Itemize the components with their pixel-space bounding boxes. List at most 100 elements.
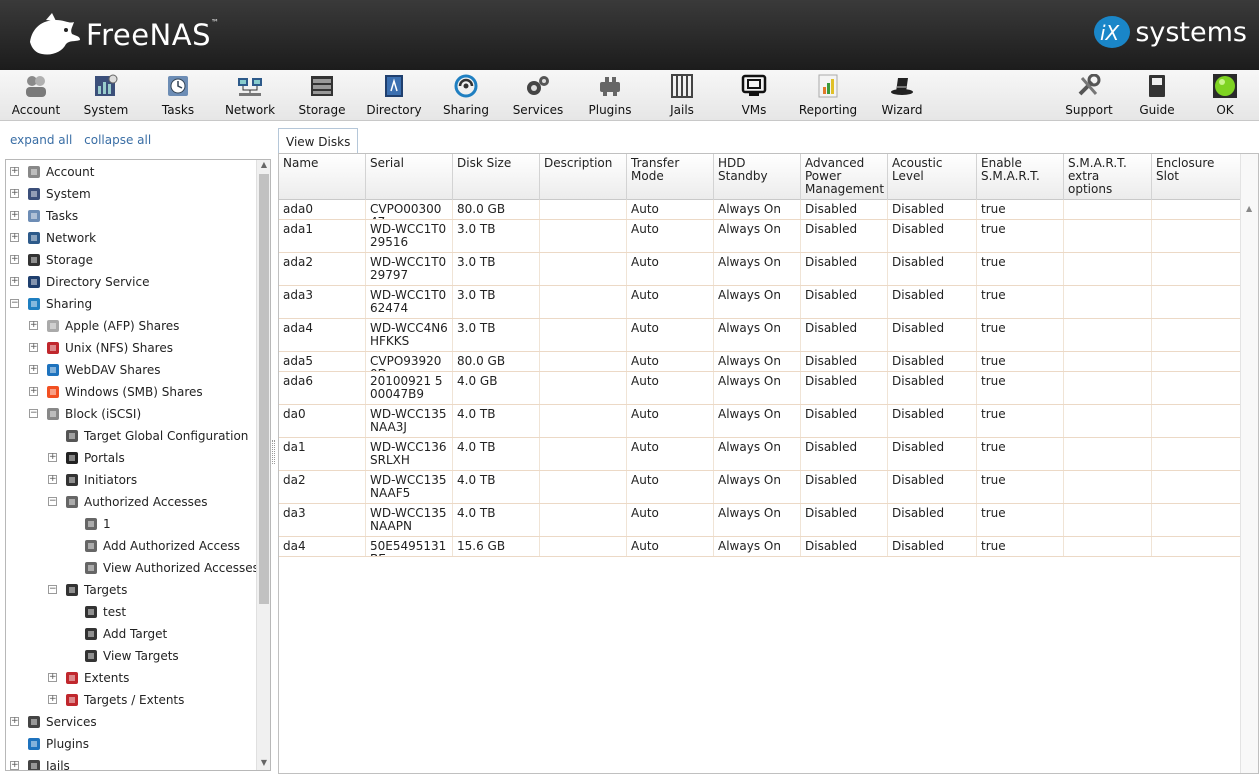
grid-scrollbar[interactable]: ▲ xyxy=(1240,154,1258,773)
table-row[interactable]: ada5CVPO939200D80.0 GBAutoAlways OnDisab… xyxy=(279,352,1241,372)
expand-toggle-icon[interactable]: + xyxy=(10,255,19,264)
iscsi-icon xyxy=(45,406,61,422)
table-row[interactable]: ada0CVPO003004780.0 GBAutoAlways OnDisab… xyxy=(279,200,1241,220)
table-row[interactable]: ada4 WD-WCC4N6HFKKS 3.0 TB Auto Always On Dis… xyxy=(279,319,1241,352)
column-header-advanced-power-management[interactable]: Advanced Power Management xyxy=(801,154,888,200)
expand-toggle-icon[interactable]: + xyxy=(10,277,19,286)
column-header-description[interactable]: Description xyxy=(540,154,627,200)
freenas-shark-logo-icon xyxy=(30,13,80,55)
column-header-hdd-standby[interactable]: HDD Standby xyxy=(714,154,801,200)
expand-toggle-icon[interactable]: + xyxy=(10,167,19,176)
scroll-up-arrow-icon[interactable]: ▲ xyxy=(1246,204,1252,213)
table-row[interactable]: ada3 WD-WCC1T062474 3.0 TB Auto Always On Dis… xyxy=(279,286,1241,319)
tasks-icon xyxy=(168,76,188,96)
expand-toggle-icon[interactable]: + xyxy=(10,189,19,198)
cell-serial: WD-WCC135NAAPN xyxy=(366,504,453,536)
table-row[interactable]: da0 WD-WCC135NAA3J 4.0 TB Auto Always On Disa… xyxy=(279,405,1241,438)
table-row[interactable]: da1 WD-WCC136SRLXH 4.0 TB Auto Always On Disa… xyxy=(279,438,1241,471)
table-row[interactable]: ada1 WD-WCC1T029516 3.0 TB Auto Always On Dis… xyxy=(279,220,1241,253)
column-header-disk-size[interactable]: Disk Size xyxy=(453,154,540,200)
expand-toggle-icon[interactable]: + xyxy=(48,695,57,704)
expand-toggle-icon[interactable]: + xyxy=(10,211,19,220)
cell-disk-size: 3.0 TB xyxy=(453,319,540,351)
collapse-toggle-icon[interactable]: − xyxy=(48,497,57,506)
cell-enclosure-slot xyxy=(1152,405,1241,437)
expand-toggle-icon[interactable]: + xyxy=(10,717,19,726)
cell-s-m-a-r-t-extra-options xyxy=(1064,372,1152,404)
toolbar-system-button[interactable]: System xyxy=(70,74,142,118)
pane-splitter[interactable] xyxy=(272,440,275,464)
target-view-icon xyxy=(83,648,99,664)
collapse-toggle-icon[interactable]: − xyxy=(10,299,19,308)
cell-advanced-power-management: Disabled xyxy=(801,319,888,351)
table-row[interactable]: ada2 WD-WCC1T029797 3.0 TB Auto Always On Dis… xyxy=(279,253,1241,286)
collapse-all-link[interactable]: collapse all xyxy=(84,133,151,147)
toolbar-status-ok-button[interactable]: OK xyxy=(1189,74,1259,118)
scroll-up-arrow-icon[interactable]: ▲ xyxy=(257,160,270,172)
toolbar-reporting-button[interactable]: Reporting xyxy=(792,74,864,118)
toolbar-wizard-button[interactable]: Wizard xyxy=(866,74,938,118)
column-header-enclosure-slot[interactable]: Enclosure Slot xyxy=(1152,154,1241,200)
cell-enable-s-m-a-r-t: true xyxy=(977,405,1064,437)
tree-item-label: Authorized Accesses xyxy=(84,495,208,509)
tree-scrollbar[interactable]: ▲ ▼ xyxy=(256,160,270,770)
toolbar-network-button[interactable]: Network xyxy=(214,74,286,118)
toolbar-storage-button[interactable]: Storage xyxy=(286,74,358,118)
expand-toggle-icon[interactable]: + xyxy=(29,387,38,396)
expand-toggle-icon[interactable]: + xyxy=(29,343,38,352)
nfs-icon xyxy=(45,340,61,356)
column-header-name[interactable]: Name xyxy=(279,154,366,200)
svg-text:iX: iX xyxy=(1100,21,1121,45)
toolbar-plugins-button[interactable]: Plugins xyxy=(574,74,646,118)
tree-item-label: Target Global Configuration xyxy=(84,429,249,443)
expand-toggle-icon[interactable]: + xyxy=(29,321,38,330)
expand-toggle-icon[interactable]: + xyxy=(48,453,57,462)
column-header-acoustic-level[interactable]: Acoustic Level xyxy=(888,154,977,200)
cell-s-m-a-r-t-extra-options xyxy=(1064,319,1152,351)
cell-enable-s-m-a-r-t: true xyxy=(977,372,1064,404)
cell-enable-s-m-a-r-t: true xyxy=(977,504,1064,536)
expand-toggle-icon[interactable]: + xyxy=(10,761,19,770)
directory-icon xyxy=(385,75,403,97)
toolbar-services-button[interactable]: Services xyxy=(502,74,574,118)
cell-s-m-a-r-t-extra-options xyxy=(1064,220,1152,252)
cell-transfer-mode: Auto xyxy=(627,220,714,252)
column-header-transfer-mode[interactable]: Transfer Mode xyxy=(627,154,714,200)
toolbar-tasks-button[interactable]: Tasks xyxy=(142,74,214,118)
toolbar-jails-button[interactable]: Jails xyxy=(646,74,718,118)
toolbar-account-button[interactable]: Account xyxy=(0,74,72,118)
toolbar-directory-button[interactable]: Directory xyxy=(358,74,430,118)
cell-description xyxy=(540,253,627,285)
column-header-s-m-a-r-t-extra-options[interactable]: S.M.A.R.T. extra options xyxy=(1064,154,1152,200)
table-row[interactable]: da3 WD-WCC135NAAPN 4.0 TB Auto Always On Disa… xyxy=(279,504,1241,537)
expand-toggle-icon[interactable]: + xyxy=(29,365,38,374)
cell-advanced-power-management: Disabled xyxy=(801,438,888,470)
table-row[interactable]: da2 WD-WCC135NAAF5 4.0 TB Auto Always On Disa… xyxy=(279,471,1241,504)
table-row[interactable]: da450E5495131BE15.6 GBAutoAlways OnDisab… xyxy=(279,537,1241,557)
toolbar-sharing-button[interactable]: Sharing xyxy=(430,74,502,118)
toolbar-vms-button[interactable]: VMs xyxy=(718,74,790,118)
tab-view-disks[interactable]: View Disks xyxy=(278,128,359,154)
scroll-thumb[interactable] xyxy=(259,174,269,604)
cell-serial: WD-WCC135NAAF5 xyxy=(366,471,453,503)
expand-toggle-icon[interactable]: + xyxy=(48,475,57,484)
tree-item-label: View Authorized Accesses xyxy=(103,561,259,575)
table-row[interactable]: ada6 20100921 500047B9 4.0 GB Auto Always On… xyxy=(279,372,1241,405)
toolbar-guide-button[interactable]: Guide xyxy=(1121,74,1193,118)
freenas-brand[interactable]: FreeNAS™ xyxy=(26,12,219,58)
cell-hdd-standby: Always On xyxy=(714,352,801,371)
disks-grid: Name Serial Disk Size Description Transfer M… xyxy=(278,153,1259,774)
column-header-enable-s-m-a-r-t[interactable]: Enable S.M.A.R.T. xyxy=(977,154,1064,200)
column-header-serial[interactable]: Serial xyxy=(366,154,453,200)
cell-description xyxy=(540,537,627,556)
expand-all-link[interactable]: expand all xyxy=(10,133,72,147)
ixsystems-logo[interactable]: iX systems xyxy=(1092,14,1247,50)
cell-hdd-standby: Always On xyxy=(714,504,801,536)
expand-toggle-icon[interactable]: + xyxy=(10,233,19,242)
toolbar-support-button[interactable]: Support xyxy=(1053,74,1125,118)
expand-toggle-icon[interactable]: + xyxy=(48,673,57,682)
scroll-down-arrow-icon[interactable]: ▼ xyxy=(257,758,270,770)
collapse-toggle-icon[interactable]: − xyxy=(48,585,57,594)
collapse-toggle-icon[interactable]: − xyxy=(29,409,38,418)
cell-transfer-mode: Auto xyxy=(627,253,714,285)
